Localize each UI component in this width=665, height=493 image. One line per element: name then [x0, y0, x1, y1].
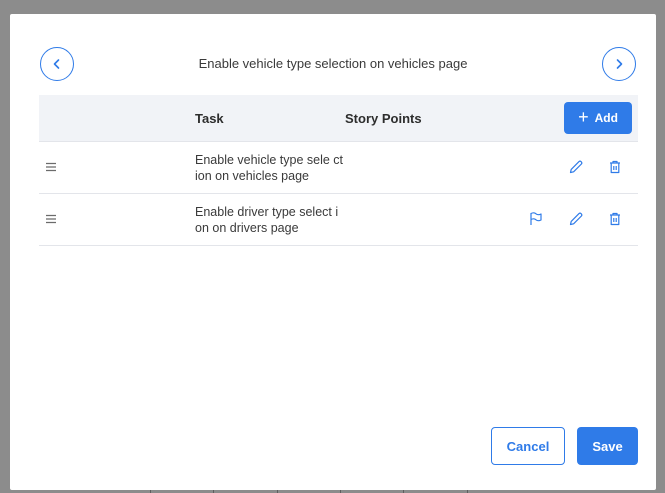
trash-icon[interactable]	[606, 210, 624, 228]
column-header-story-points: Story Points	[345, 111, 422, 126]
task-dialog: Enable vehicle type selection on vehicle…	[10, 14, 656, 490]
cancel-button[interactable]: Cancel	[491, 427, 565, 465]
next-button[interactable]	[602, 47, 636, 81]
dialog-title: Enable vehicle type selection on vehicle…	[198, 56, 468, 71]
pencil-icon[interactable]	[567, 158, 585, 176]
task-name: Enable vehicle type sele ction on vehicl…	[195, 153, 344, 183]
plus-icon: +	[578, 107, 589, 127]
flag-icon[interactable]	[527, 210, 545, 228]
table-row: Enable vehicle type sele ction on vehicl…	[39, 142, 638, 194]
add-task-label: Add	[594, 111, 618, 125]
table-header: Task Story Points + Add	[39, 95, 638, 142]
drag-handle-icon[interactable]	[45, 161, 57, 173]
task-name: Enable driver type select ion on drivers…	[195, 205, 339, 235]
add-task-button[interactable]: + Add	[564, 102, 632, 134]
column-header-task: Task	[195, 111, 224, 126]
table-row: Enable driver type select ion on drivers…	[39, 194, 638, 246]
save-button[interactable]: Save	[577, 427, 638, 465]
drag-handle-icon[interactable]	[45, 213, 57, 225]
trash-icon[interactable]	[606, 158, 624, 176]
chevron-right-icon	[616, 59, 623, 69]
pencil-icon[interactable]	[567, 210, 585, 228]
